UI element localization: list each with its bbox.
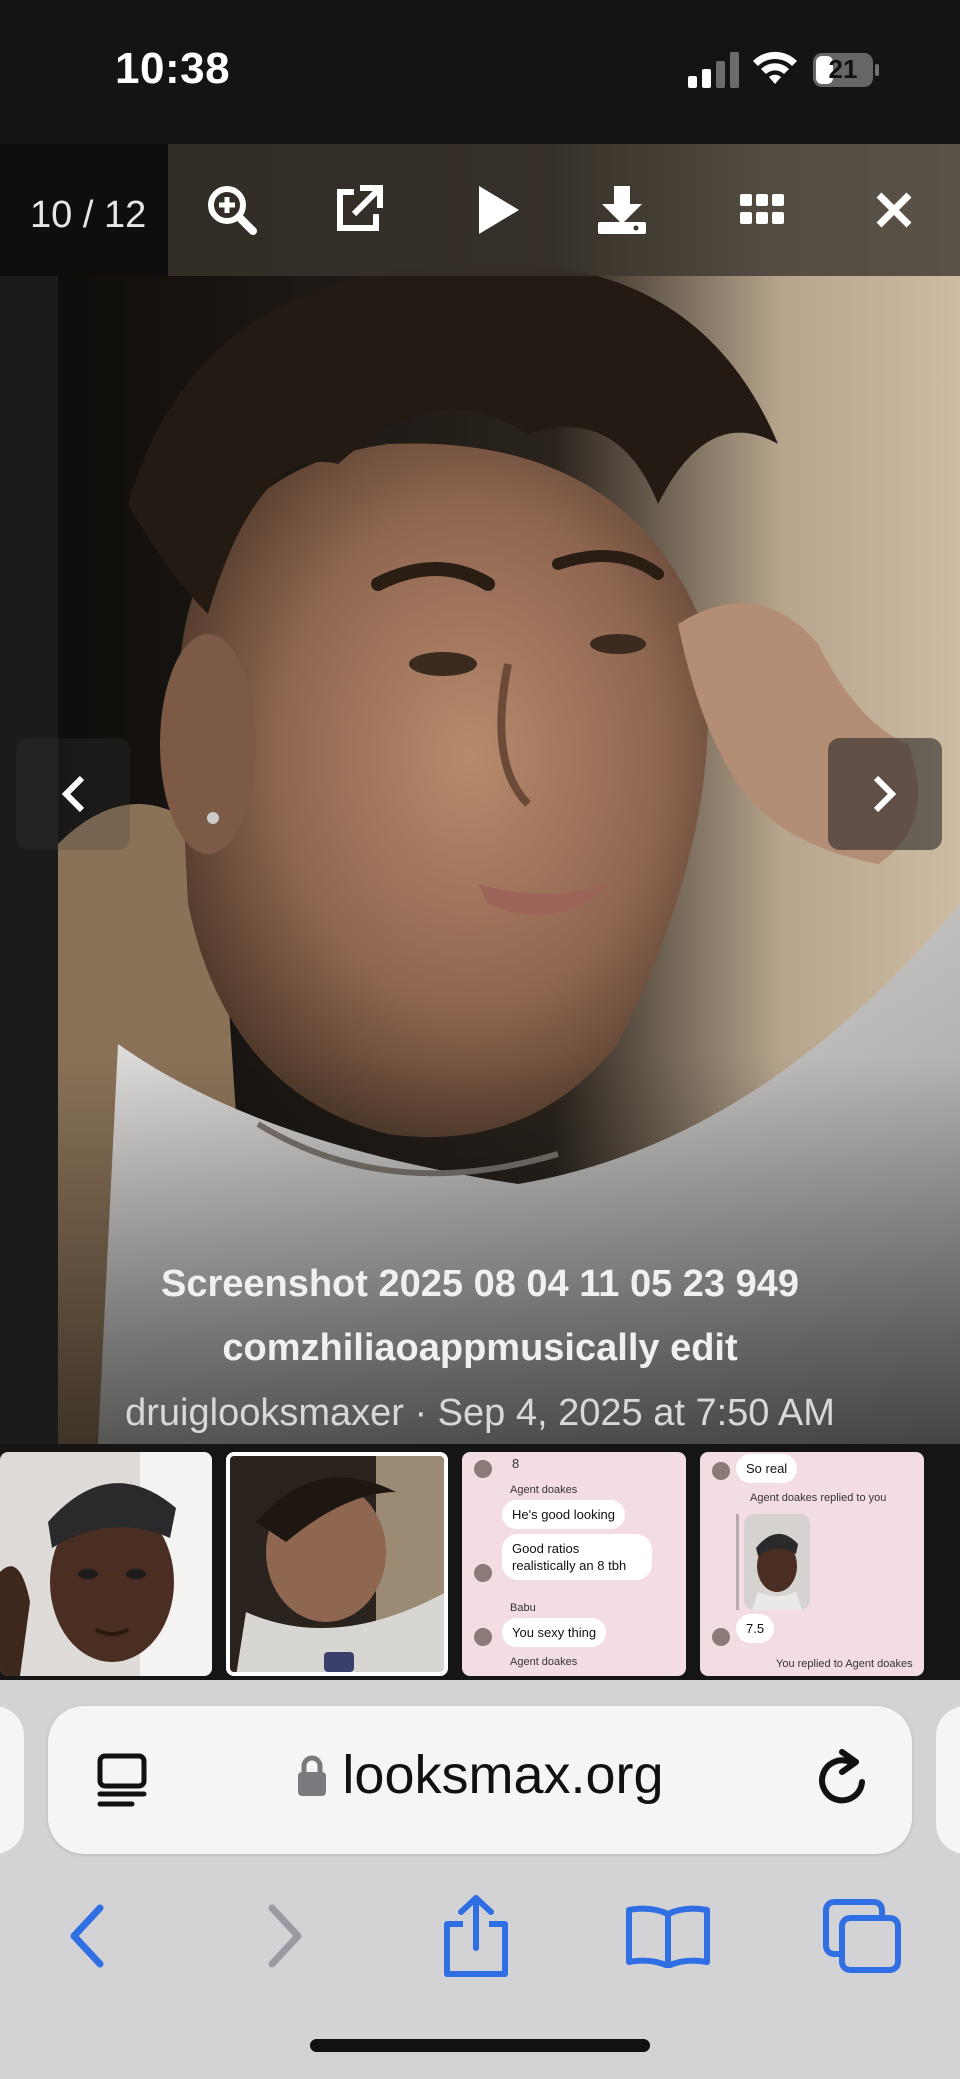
next-image-button[interactable] bbox=[828, 738, 942, 850]
chevron-right-icon bbox=[873, 775, 897, 813]
replied-photo bbox=[744, 1514, 810, 1610]
thumbnail-12[interactable]: So real Agent doakes replied to you 7.5 … bbox=[700, 1452, 924, 1676]
chat-name: Agent doakes bbox=[510, 1484, 578, 1496]
status-bar: 10:38 21 bbox=[0, 0, 960, 144]
thumbnail-10-current[interactable] bbox=[226, 1452, 448, 1676]
caption-subtitle: comzhiliaoappmusically edit bbox=[222, 1327, 738, 1369]
cellular-signal-icon bbox=[688, 52, 739, 88]
thumbnails-grid-button[interactable] bbox=[726, 174, 798, 246]
previous-image-button[interactable] bbox=[16, 738, 130, 850]
close-button[interactable] bbox=[858, 174, 930, 246]
image-caption: Screenshot 2025 08 04 11 05 23 949 comzh… bbox=[0, 1252, 960, 1444]
chat-bubble: He's good looking bbox=[502, 1500, 625, 1529]
download-button[interactable] bbox=[586, 174, 658, 246]
thumbnail-11[interactable]: 8 Agent doakes He's good looking Good ra… bbox=[462, 1452, 686, 1676]
chat-number: 8 bbox=[512, 1456, 520, 1471]
play-icon bbox=[479, 186, 519, 234]
url-text: looksmax.org bbox=[342, 1745, 664, 1805]
avatar bbox=[474, 1460, 492, 1478]
tabs-button[interactable] bbox=[814, 1888, 910, 1984]
chevron-left-icon bbox=[70, 1904, 104, 1968]
zoom-in-icon bbox=[208, 186, 257, 235]
avatar bbox=[712, 1462, 730, 1480]
lock-icon bbox=[298, 1755, 327, 1796]
chevron-right-icon bbox=[268, 1904, 302, 1968]
chat-bubble: You sexy thing bbox=[502, 1618, 607, 1647]
chat-bubble: Good ratios realistically an 8 tbh bbox=[502, 1534, 652, 1580]
chat-name: Babu bbox=[510, 1602, 536, 1614]
status-time: 10:38 bbox=[115, 44, 231, 93]
next-tab-peek[interactable] bbox=[936, 1706, 960, 1854]
back-button[interactable] bbox=[38, 1888, 134, 1984]
battery-level: 21 bbox=[828, 54, 858, 84]
reload-icon[interactable] bbox=[812, 1748, 876, 1812]
chat-bubble: So real bbox=[736, 1454, 798, 1483]
toolbar-background bbox=[168, 144, 960, 276]
previous-tab-peek[interactable] bbox=[0, 1706, 24, 1854]
wifi-icon bbox=[753, 51, 797, 84]
image-counter: 10 / 12 bbox=[30, 194, 147, 236]
battery-icon: 21 bbox=[812, 52, 880, 88]
url-container: looksmax.org bbox=[48, 1744, 912, 1806]
slideshow-play-button[interactable] bbox=[462, 174, 534, 246]
zoom-button[interactable] bbox=[196, 174, 268, 246]
open-external-button[interactable] bbox=[322, 174, 394, 246]
browser-bottom-bar: looksmax.org bbox=[0, 1680, 960, 2079]
avatar bbox=[712, 1628, 730, 1646]
chevron-left-icon bbox=[61, 775, 85, 813]
share-button[interactable] bbox=[428, 1888, 524, 1984]
tabs-icon bbox=[823, 1899, 901, 1973]
image-lightbox: 10 / 12 Screenshot 2025 08 04 11 05 23 9… bbox=[0, 144, 960, 1680]
lightbox-toolbar: 10 / 12 bbox=[0, 144, 960, 276]
chat-bubble: 7.5 bbox=[736, 1614, 775, 1643]
forward-button[interactable] bbox=[238, 1888, 334, 1984]
chat-name: Agent doakes bbox=[510, 1656, 578, 1668]
grid-icon bbox=[740, 194, 784, 224]
reply-footer: You replied to Agent doakes bbox=[776, 1658, 913, 1670]
home-indicator[interactable] bbox=[310, 2039, 650, 2052]
avatar bbox=[474, 1564, 492, 1582]
address-bar[interactable]: looksmax.org bbox=[48, 1706, 912, 1854]
thumbnail-strip[interactable]: 8 Agent doakes He's good looking Good ra… bbox=[0, 1444, 960, 1680]
browser-toolbar bbox=[0, 1880, 960, 2000]
caption-title: Screenshot 2025 08 04 11 05 23 949 bbox=[160, 1263, 800, 1305]
reply-line bbox=[736, 1514, 739, 1610]
share-icon bbox=[444, 1895, 508, 1977]
bookmarks-button[interactable] bbox=[620, 1888, 716, 1984]
reply-header: Agent doakes replied to you bbox=[750, 1492, 887, 1504]
lightbox-image[interactable] bbox=[58, 144, 960, 1444]
download-icon bbox=[598, 186, 646, 234]
avatar bbox=[474, 1628, 492, 1646]
thumbnail-9[interactable] bbox=[0, 1452, 212, 1676]
close-icon bbox=[876, 192, 912, 228]
open-external-icon bbox=[337, 185, 383, 231]
book-icon bbox=[626, 1905, 710, 1968]
caption-meta: druiglooksmaxer · Sep 4, 2025 at 7:50 AM bbox=[125, 1392, 835, 1434]
